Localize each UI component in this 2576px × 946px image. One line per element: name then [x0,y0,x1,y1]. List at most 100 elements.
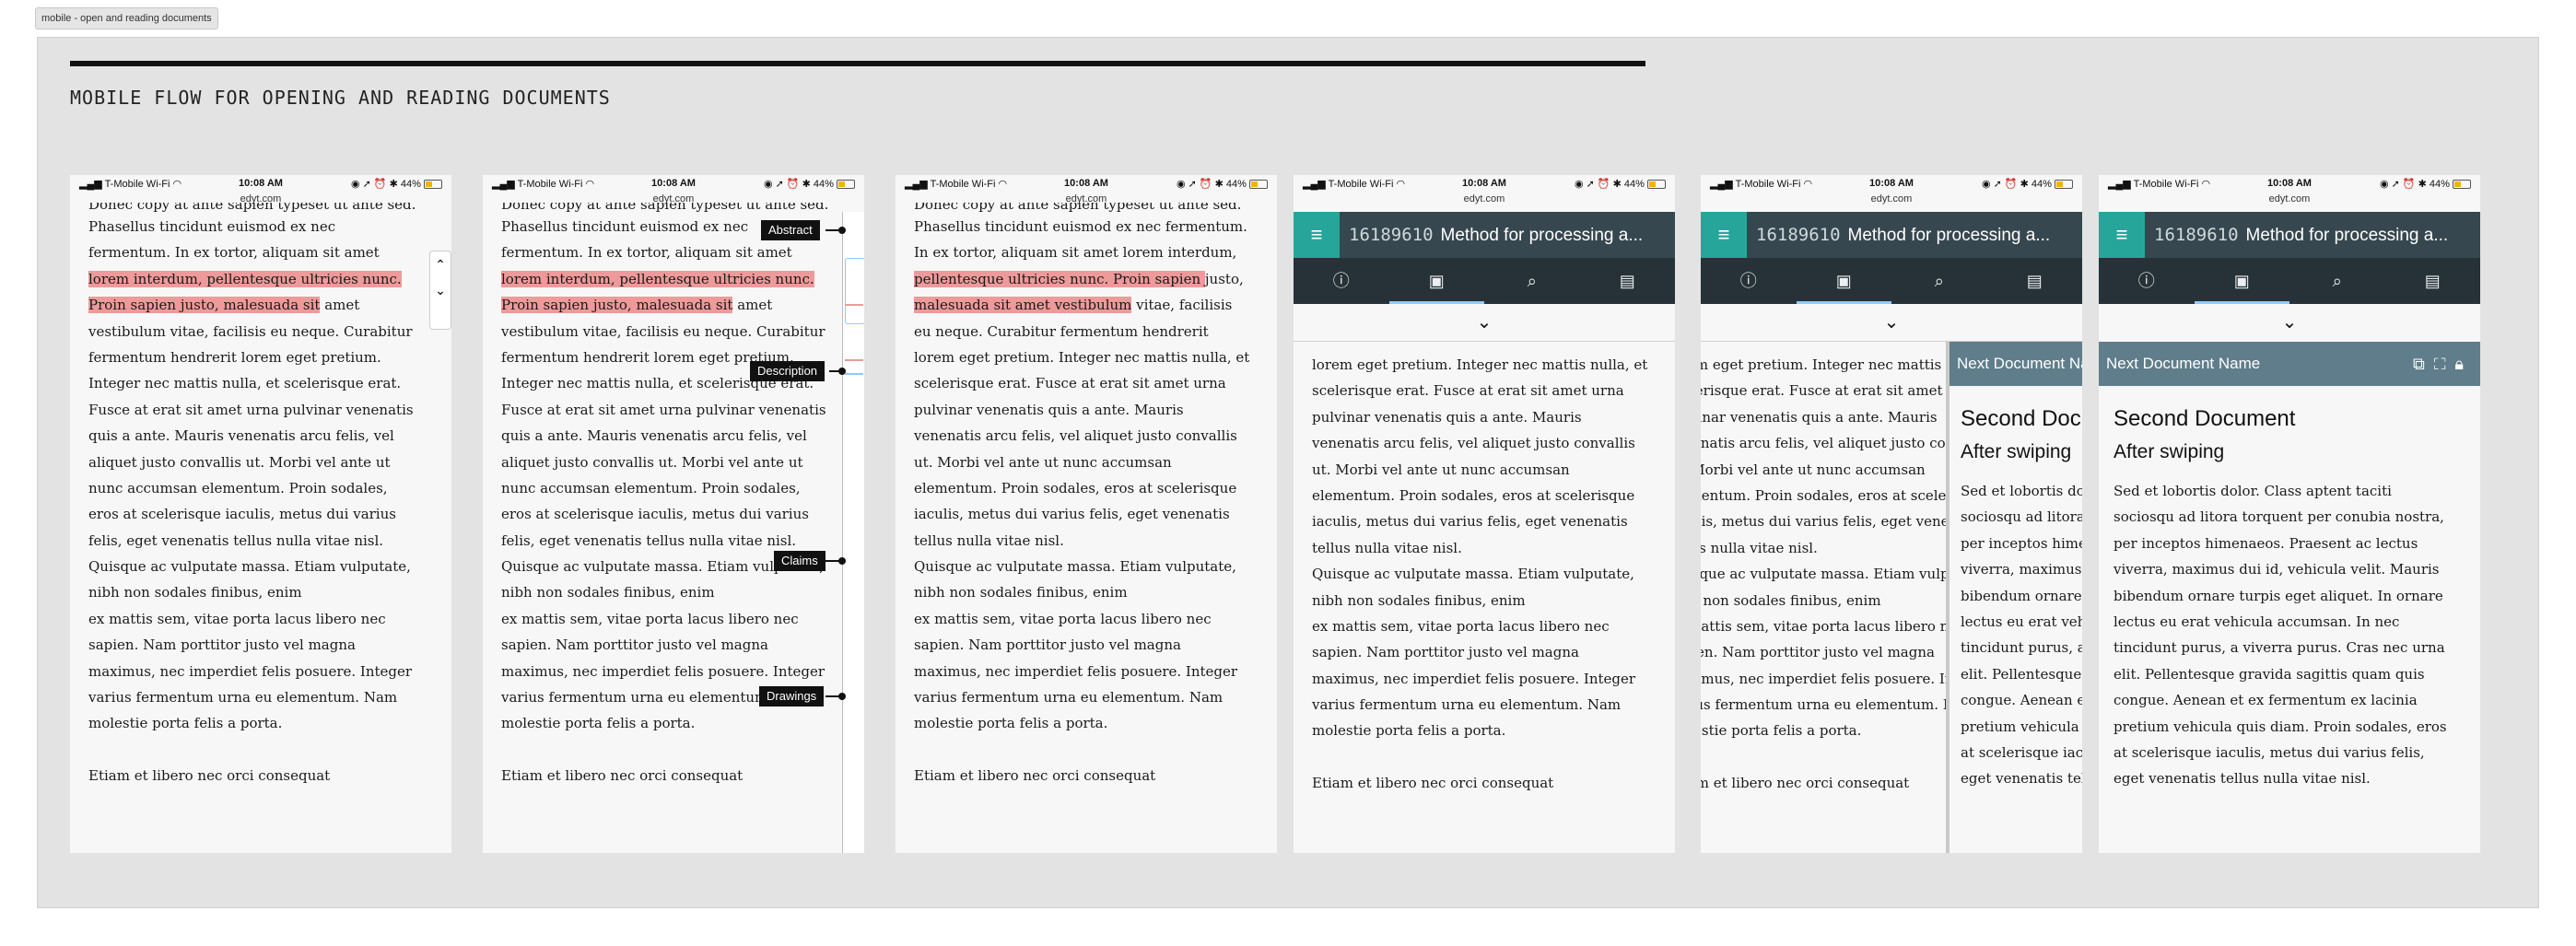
text-line: fermentum hendrerit lorem eget pretium. [88,348,381,366]
text-line: varius fermentum urna eu elementum. Nam [914,689,1224,707]
text-line: elit. Pellentesque gravida sagittis quam… [1961,665,2082,683]
text-line: eu neque. Curabitur fermentum hendrerit [914,322,1209,340]
collapse-chevron-icon[interactable]: ⌄ [1294,304,1675,342]
hamburger-menu-icon[interactable]: ≡ [2099,212,2145,258]
hamburger-menu-icon[interactable]: ≡ [1701,212,1747,258]
search-icon[interactable]: ⌕ [1484,258,1580,304]
highlighted-text[interactable]: Proin sapien justo, malesuada sit [501,297,733,314]
chevron-up-icon[interactable]: ⌃ [430,251,451,277]
next-document-subheading: After swiping [1961,441,2072,462]
document-text: Donec copy at ante sapien typeset ut ant… [914,203,1249,789]
text-line: Quisque ac vulputate massa. Etiam vulput… [914,558,1236,576]
text-line: Quisque ac vulputate massa. Etiam vulput… [1312,566,1634,583]
text-line: iaculis, metus dui varius felis, eget ve… [914,506,1230,523]
text-line: elementum. Proin sodales, eros at sceler… [1312,486,1635,504]
text-line: tincidunt purus, a viverra purus. Cras n… [2113,639,2445,657]
text-line: eget venenatis tellus nulla vitae nisl. [1961,770,2082,788]
callout-description: Description [750,361,825,381]
next-document-body: Second Document After swiping Sed et lob… [1950,386,2082,853]
hamburger-menu-icon[interactable]: ≡ [1294,212,1340,258]
highlighted-text[interactable]: lorem interdum, pellentesque ultricies n… [501,270,814,287]
document-icon[interactable]: ▤ [1987,258,2083,304]
canvas-tab-label[interactable]: mobile - open and reading documents [35,7,218,29]
battery-icon [1249,180,1268,190]
inbox-icon[interactable]: ▣ [1388,258,1484,304]
battery-icon [837,180,855,190]
document-title: 16189610 Method for processing a... [1349,212,1669,258]
highlighted-text[interactable]: malesuada sit amet vestibulum [914,297,1132,314]
text-line: elit. Pellentesque gravida sagittis quam… [2113,665,2425,683]
text-line: aliquet justo convallis ut. Morbi vel an… [501,453,803,471]
text-line: felis, eget venenatis tellus nulla vitae… [501,531,797,549]
text-line: tellus nulla vitae nisl. [914,531,1064,549]
text-line: aliquet justo convallis ut. Morbi vel an… [88,453,391,471]
text-line: bibendum ornare turpis eget aliquet. In … [2113,587,2443,604]
inbox-icon[interactable]: ▣ [2194,258,2289,304]
copy-icon[interactable]: ⧉ [2413,355,2434,373]
text-line: Etiam et libero nec orci consequat [501,767,744,785]
battery-status: ◉ ➚ ⏰ ✱ 44% [2380,178,2471,190]
phone-screen-5: ▂▄▆ T-Mobile Wi-Fi ◠ 10:08 AM edyt.com ◉ ➚ … [1701,175,2082,853]
text-line: Proin sapien justo, malesuada sit amet [88,297,360,314]
text-line: Integer nec mattis nulla, et scelerisque… [88,375,402,392]
text-line: elementum. Proin sodales, eros at sceler… [914,479,1237,496]
text-line: per inceptos himenaeos. Praesent ac lect… [1961,534,2082,552]
section-nav-arrows[interactable]: ⌃ ⌄ [429,251,451,330]
app-bar: ≡ 16189610 Method for processing a... [1701,212,2082,258]
info-icon[interactable]: ⓘ [2099,258,2195,304]
browser-url: edyt.com [1870,193,1913,204]
search-icon[interactable]: ⌕ [2289,258,2385,304]
text-line: maximus, nec imperdiet felis posuere. In… [501,662,825,680]
text-line: sapien. Nam porttitor justo vel magna [88,637,356,654]
text-line: iaculis, metus dui varius felis, eget ve… [1312,513,1628,531]
phone-screen-3: ▂▄▆ T-Mobile Wi-Fi ◠ 10:08 AM edyt.com ◉ ➚ … [896,175,1277,853]
text-line: lorem eget pretium. Integer nec mattis n… [914,348,1250,366]
text-line: nibh non sodales finibus, enim [88,584,302,601]
next-document-name: Next Document Name [2106,355,2261,372]
battery-status: ◉ ➚ ⏰ ✱ 44% [1982,178,2073,190]
text-line: viverra, maximus dui id, vehicula velit.… [1961,561,2082,578]
lock-icon[interactable]: 🔒︎ [2454,355,2473,373]
text-line: lectus eu erat vehicula accumsan. In nec [2113,613,2400,630]
collapse-chevron-icon[interactable]: ⌄ [2099,304,2480,341]
text-line: In ex tortor, aliquam sit amet lorem int… [914,244,1237,262]
info-icon[interactable]: ⓘ [1294,258,1389,304]
text-line: quis a ante. Mauris venenatis arcu felis… [501,427,807,445]
app-bar: ≡ 16189610 Method for processing a... [1294,212,1675,258]
callout-dot [838,227,846,234]
tab-bar: ⓘ ▣ ⌕ ▤ [1294,258,1675,304]
text-line: lorem interdum, pellentesque ultricies n… [501,266,828,292]
section-scrollbar[interactable] [842,212,864,853]
next-document-panel[interactable]: Next Document Name Second Document After… [1946,342,2082,853]
highlighted-text[interactable]: pellentesque ultricies nunc. Proin sapie… [914,270,1205,287]
text-line: pulvinar venenatis quis a ante. Mauris [914,401,1184,418]
fullscreen-icon[interactable]: ⛶ [2434,355,2455,373]
document-icon[interactable]: ▤ [1580,258,1676,304]
document-title-text: Method for processing a... [2245,226,2449,245]
search-icon[interactable]: ⌕ [1891,258,1987,304]
document-number: 16189610 [1756,225,1841,245]
document-icon[interactable]: ▤ [2385,258,2481,304]
section-marker [845,373,863,375]
text-line: lectus eu erat vehicula accumsan. In nec [1961,613,2082,630]
phone-screen-6: ▂▄▆ T-Mobile Wi-Fi ◠ 10:08 AM edyt.com ◉ ➚ … [2099,175,2480,853]
info-icon[interactable]: ⓘ [1701,258,1797,304]
document-text: Donec copy at ante sapien typeset ut ant… [88,203,416,789]
highlighted-text[interactable]: Proin sapien justo, malesuada sit [88,297,321,314]
text-line: pellentesque ultricies nunc. Proin sapie… [914,270,1244,287]
callout-claims: Claims [774,551,825,571]
chevron-down-icon[interactable]: ⌄ [430,277,451,303]
next-document-paragraph: Sed et lobortis dolor. Class aptent taci… [1961,478,2082,792]
text-line: congue. Aenean et ex fermentum ex lacini… [2113,692,2418,709]
battery-status: ◉ ➚ ⏰ ✱ 44% [764,178,855,190]
text-line: Donec copy at ante sapien typeset ut ant… [501,203,829,213]
inbox-icon[interactable]: ▣ [1796,258,1891,304]
title-rule [70,61,1645,66]
document-title-text: Method for processing a... [1440,226,1644,245]
highlighted-text[interactable]: lorem interdum, pellentesque ultricies n… [88,270,402,287]
text-line: venenatis arcu felis, vel aliquet justo … [914,427,1237,445]
collapse-chevron-icon[interactable]: ⌄ [1701,304,2082,342]
text-line: congue. Aenean et ex fermentum ex lacini… [1961,692,2082,709]
text-line: sapien. Nam porttitor justo vel magna [914,637,1181,654]
text-line: Phasellus tincidunt euismod ex nec ferme… [914,218,1247,235]
